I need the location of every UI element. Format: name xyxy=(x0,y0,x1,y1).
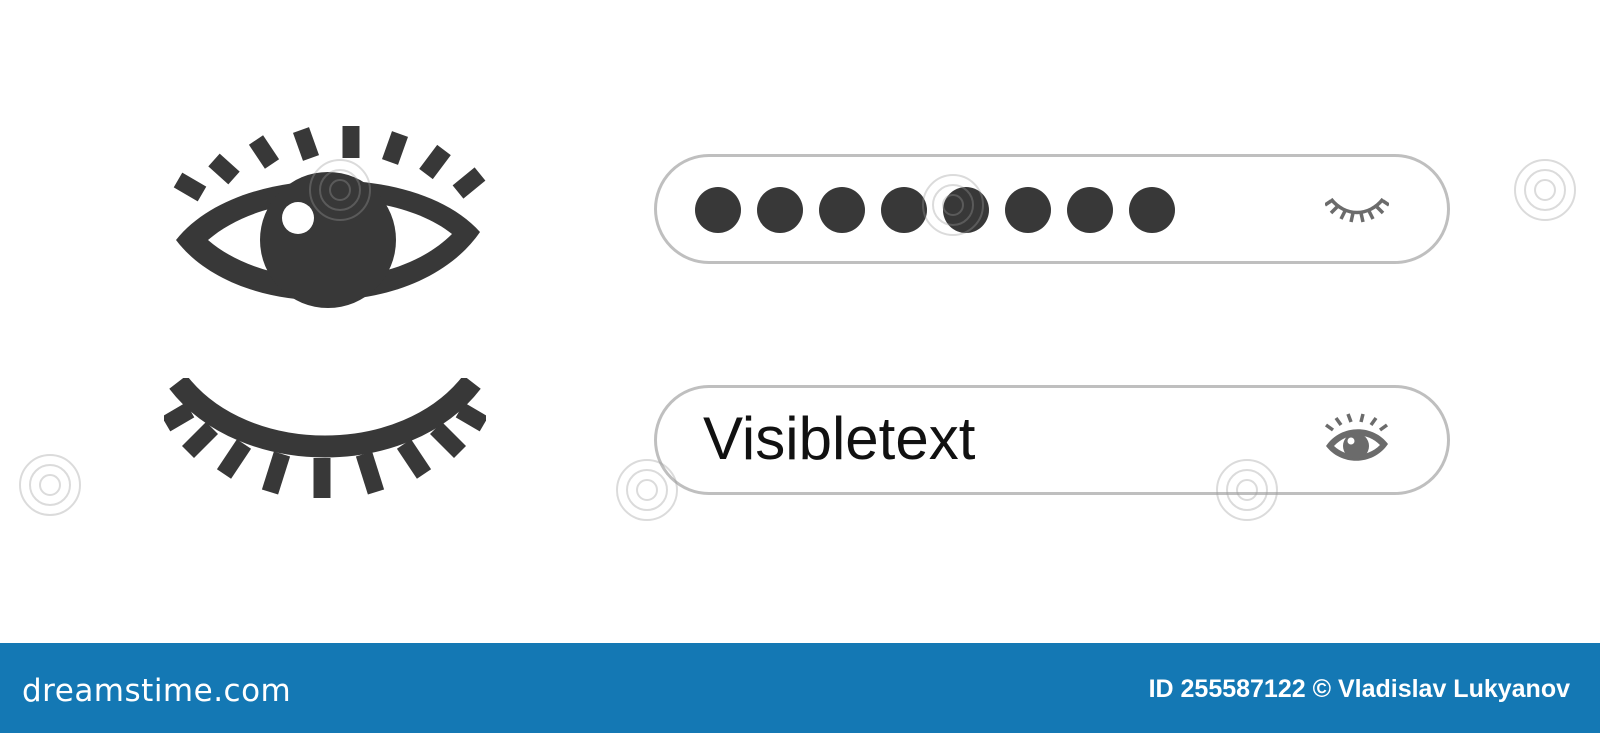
password-dot xyxy=(1005,187,1051,233)
password-dot xyxy=(943,187,989,233)
password-dot xyxy=(695,187,741,233)
closed-eye-icon[interactable] xyxy=(1325,195,1389,227)
eye-closed-icon xyxy=(164,378,486,498)
open-eye-icon[interactable] xyxy=(1323,412,1391,468)
password-dot xyxy=(819,187,865,233)
illustration-canvas: Visibletext xyxy=(0,0,1600,643)
password-dot xyxy=(881,187,927,233)
password-dot xyxy=(757,187,803,233)
visible-text-field[interactable]: Visibletext xyxy=(654,385,1450,495)
password-field[interactable] xyxy=(654,154,1450,264)
watermark-spiral-icon xyxy=(1514,159,1576,221)
masked-password-dots xyxy=(695,187,1175,233)
footer-logo: dreamstime.com xyxy=(22,673,292,709)
eye-open-icon xyxy=(173,126,486,308)
footer-credit: ID 255587122 © Vladislav Lukyanov xyxy=(1148,675,1570,703)
footer-bar: dreamstime.com ID 255587122 © Vladislav … xyxy=(0,643,1600,733)
watermark-spiral-icon xyxy=(19,454,81,516)
password-dot xyxy=(1129,187,1175,233)
password-dot xyxy=(1067,187,1113,233)
visible-text-value: Visibletext xyxy=(703,405,976,472)
